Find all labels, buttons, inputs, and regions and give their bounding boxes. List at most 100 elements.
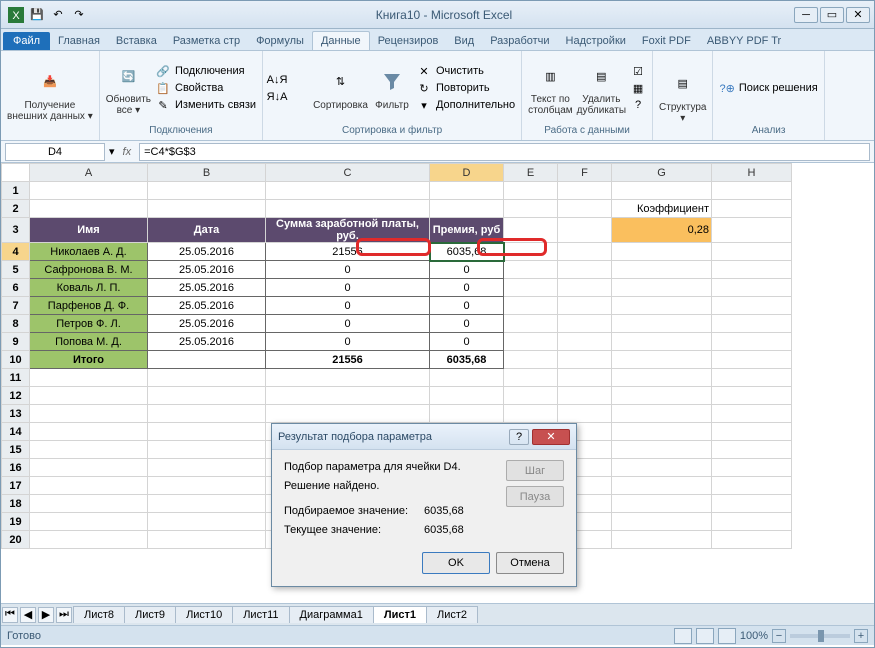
close-icon[interactable]: ✕ xyxy=(846,7,870,23)
cell-D3[interactable]: Премия, руб xyxy=(430,218,504,243)
cell-G19[interactable] xyxy=(612,513,712,531)
redo-icon[interactable]: ↷ xyxy=(70,6,88,24)
cell-G4[interactable] xyxy=(612,243,712,261)
cell-B11[interactable] xyxy=(148,369,266,387)
cell-E7[interactable] xyxy=(504,297,558,315)
cell-F3[interactable] xyxy=(558,218,612,243)
tab-Рецензиров[interactable]: Рецензиров xyxy=(370,32,447,50)
cell-G11[interactable] xyxy=(612,369,712,387)
tab-Разработчи[interactable]: Разработчи xyxy=(482,32,557,50)
cell-G1[interactable] xyxy=(612,182,712,200)
sort-za-button[interactable]: Я↓A xyxy=(269,89,309,105)
sort-button[interactable]: ⇅Сортировка xyxy=(313,66,368,111)
col-E[interactable]: E xyxy=(504,164,558,182)
cell-B1[interactable] xyxy=(148,182,266,200)
tab-Разметка стр[interactable]: Разметка стр xyxy=(165,32,248,50)
cell-H11[interactable] xyxy=(712,369,792,387)
cell-C6[interactable]: 0 xyxy=(266,279,430,297)
restore-icon[interactable]: ▭ xyxy=(820,7,844,23)
cell-E5[interactable] xyxy=(504,261,558,279)
cell-G6[interactable] xyxy=(612,279,712,297)
row-6[interactable]: 6 xyxy=(2,279,30,297)
cancel-button[interactable]: Отмена xyxy=(496,552,564,574)
row-2[interactable]: 2 xyxy=(2,200,30,218)
cell-A1[interactable] xyxy=(30,182,148,200)
row-14[interactable]: 14 xyxy=(2,423,30,441)
cell-H17[interactable] xyxy=(712,477,792,495)
cell-B2[interactable] xyxy=(148,200,266,218)
cell-B6[interactable]: 25.05.2016 xyxy=(148,279,266,297)
advanced-filter-button[interactable]: ▾Дополнительно xyxy=(416,97,515,113)
cell-D12[interactable] xyxy=(430,387,504,405)
dialog-close-icon[interactable]: ✕ xyxy=(532,429,570,445)
row-13[interactable]: 13 xyxy=(2,405,30,423)
cell-A19[interactable] xyxy=(30,513,148,531)
cell-A16[interactable] xyxy=(30,459,148,477)
cell-B14[interactable] xyxy=(148,423,266,441)
tab-Вид[interactable]: Вид xyxy=(446,32,482,50)
row-8[interactable]: 8 xyxy=(2,315,30,333)
cell-D8[interactable]: 0 xyxy=(430,315,504,333)
ok-button[interactable]: OK xyxy=(422,552,490,574)
row-12[interactable]: 12 xyxy=(2,387,30,405)
consolidate-icon[interactable]: ▦ xyxy=(630,80,646,96)
save-icon[interactable]: 💾 xyxy=(28,6,46,24)
cell-C10[interactable]: 21556 xyxy=(266,351,430,369)
filter-button[interactable]: Фильтр xyxy=(372,66,412,111)
sheet-tab-Лист8[interactable]: Лист8 xyxy=(73,606,125,623)
col-G[interactable]: G xyxy=(612,164,712,182)
cell-A9[interactable]: Попова М. Д. xyxy=(30,333,148,351)
col-H[interactable]: H xyxy=(712,164,792,182)
cell-E6[interactable] xyxy=(504,279,558,297)
cell-F13[interactable] xyxy=(558,405,612,423)
cell-F7[interactable] xyxy=(558,297,612,315)
connections-button[interactable]: 🔗Подключения xyxy=(155,63,256,79)
cell-A20[interactable] xyxy=(30,531,148,549)
cell-A2[interactable] xyxy=(30,200,148,218)
cell-E8[interactable] xyxy=(504,315,558,333)
tab-file[interactable]: Файл xyxy=(3,32,50,50)
cell-A18[interactable] xyxy=(30,495,148,513)
cell-C7[interactable]: 0 xyxy=(266,297,430,315)
cell-B13[interactable] xyxy=(148,405,266,423)
cell-A15[interactable] xyxy=(30,441,148,459)
row-9[interactable]: 9 xyxy=(2,333,30,351)
cell-D9[interactable]: 0 xyxy=(430,333,504,351)
row-4[interactable]: 4 xyxy=(2,243,30,261)
cell-D7[interactable]: 0 xyxy=(430,297,504,315)
cell-G13[interactable] xyxy=(612,405,712,423)
cell-G10[interactable] xyxy=(612,351,712,369)
last-sheet-icon[interactable]: ⏭ xyxy=(56,607,72,623)
reapply-button[interactable]: ↻Повторить xyxy=(416,80,515,96)
cell-E11[interactable] xyxy=(504,369,558,387)
cell-A12[interactable] xyxy=(30,387,148,405)
cell-E4[interactable] xyxy=(504,243,558,261)
col-F[interactable]: F xyxy=(558,164,612,182)
cell-F6[interactable] xyxy=(558,279,612,297)
cell-G14[interactable] xyxy=(612,423,712,441)
name-box[interactable]: D4 xyxy=(5,143,105,161)
cell-A8[interactable]: Петров Ф. Л. xyxy=(30,315,148,333)
minimize-icon[interactable]: ─ xyxy=(794,7,818,23)
row-17[interactable]: 17 xyxy=(2,477,30,495)
whatif-icon[interactable]: ? xyxy=(630,97,646,113)
col-A[interactable]: A xyxy=(30,164,148,182)
cell-B10[interactable] xyxy=(148,351,266,369)
cell-C13[interactable] xyxy=(266,405,430,423)
cell-F2[interactable] xyxy=(558,200,612,218)
cell-F10[interactable] xyxy=(558,351,612,369)
cell-G18[interactable] xyxy=(612,495,712,513)
help-icon[interactable]: ? xyxy=(509,429,529,445)
sheet-tab-Лист9[interactable]: Лист9 xyxy=(124,606,176,623)
cell-H20[interactable] xyxy=(712,531,792,549)
cell-C9[interactable]: 0 xyxy=(266,333,430,351)
tab-Надстройки[interactable]: Надстройки xyxy=(558,32,634,50)
cell-C2[interactable] xyxy=(266,200,430,218)
cell-H8[interactable] xyxy=(712,315,792,333)
row-18[interactable]: 18 xyxy=(2,495,30,513)
sort-az-button[interactable]: A↓Я xyxy=(269,72,309,88)
row-20[interactable]: 20 xyxy=(2,531,30,549)
cell-G2[interactable]: Коэффициент xyxy=(612,200,712,218)
cell-B18[interactable] xyxy=(148,495,266,513)
cell-F4[interactable] xyxy=(558,243,612,261)
